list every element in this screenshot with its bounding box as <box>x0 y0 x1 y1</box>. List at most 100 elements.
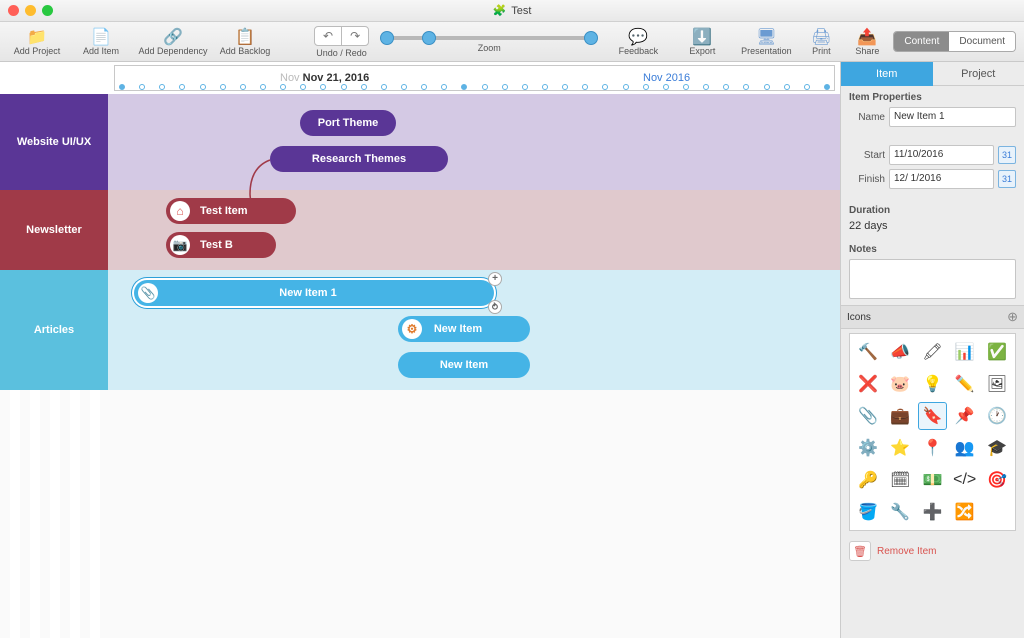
item-test-item[interactable]: ⌂ Test Item <box>166 198 296 224</box>
zoom-current-knob[interactable] <box>422 31 436 45</box>
undo-redo-label: Undo / Redo <box>316 48 367 58</box>
finish-calendar-icon[interactable]: 31 <box>998 170 1016 188</box>
add-icon-button[interactable]: ⊕ <box>1007 309 1018 325</box>
maximize-window-button[interactable] <box>42 5 53 16</box>
icon-choice[interactable]: 🎓 <box>983 434 1011 462</box>
icon-choice[interactable]: 🖍 <box>918 338 946 366</box>
icon-choice[interactable]: 🔧 <box>886 498 914 526</box>
presentation-button[interactable]: 🖥Presentation <box>737 24 795 60</box>
icon-choice[interactable]: </> <box>951 466 979 494</box>
remove-item-row: 🗑 Remove Item <box>849 541 1016 561</box>
clip-icon: 📎 <box>138 283 158 303</box>
item-new-item-1[interactable]: 📎 New Item 1 + ⥁ <box>134 280 494 306</box>
icon-choice[interactable]: 🐷 <box>886 370 914 398</box>
icon-choice[interactable]: ➕ <box>918 498 946 526</box>
timeline-current-date: Nov Nov 21, 2016 <box>280 72 369 84</box>
share-button[interactable]: 📤Share <box>847 24 887 60</box>
add-dependency-button[interactable]: 🔗Add Dependency <box>136 24 210 60</box>
presentation-icon: 🖥 <box>756 28 776 46</box>
icon-choice[interactable]: 🖼 <box>983 370 1011 398</box>
sidebar-tabs: Item Project <box>841 62 1024 86</box>
finish-label: Finish <box>849 174 885 185</box>
add-backlog-icon: 📋 <box>235 28 255 46</box>
lane-label-website[interactable]: Website UI/UX <box>0 94 108 190</box>
lane-label-articles[interactable]: Articles <box>0 270 108 390</box>
export-button[interactable]: ⬇️Export <box>673 24 731 60</box>
share-icon: 📤 <box>857 28 877 46</box>
icon-choice[interactable]: 📣 <box>886 338 914 366</box>
add-project-button[interactable]: 📁Add Project <box>8 24 66 60</box>
icon-choice[interactable]: 💡 <box>918 370 946 398</box>
link-handle-icon[interactable]: ⥁ <box>488 300 502 314</box>
icon-choice[interactable]: 📌 <box>951 402 979 430</box>
icon-choice[interactable]: ❌ <box>854 370 882 398</box>
toolbar: 📁Add Project 📄Add Item 🔗Add Dependency 📋… <box>0 22 1024 62</box>
zoom-min-knob[interactable] <box>380 31 394 45</box>
name-label: Name <box>849 112 885 123</box>
icons-header: Icons ⊕ <box>841 305 1024 329</box>
print-button[interactable]: 🖨Print <box>801 24 841 60</box>
timeline-canvas[interactable]: Nov Nov 21, 2016 Nov 2016 Website UI/UX … <box>0 62 840 638</box>
redo-button[interactable]: ↷ <box>342 27 368 45</box>
icon-choice[interactable]: 📎 <box>854 402 882 430</box>
zoom-slider[interactable] <box>384 36 594 40</box>
remove-item-button[interactable]: Remove Item <box>877 546 936 557</box>
item-port-theme[interactable]: Port Theme <box>300 110 396 136</box>
icon-choice[interactable]: 🔑 <box>854 466 882 494</box>
lane-label-newsletter[interactable]: Newsletter <box>0 190 108 270</box>
finish-input[interactable]: 12/ 1/2016 <box>889 169 994 189</box>
lane-empty-area[interactable] <box>108 390 840 638</box>
tab-project[interactable]: Project <box>933 62 1024 86</box>
timeline-header[interactable]: Nov Nov 21, 2016 Nov 2016 <box>114 65 835 91</box>
window-title: 🧩 Test <box>493 4 532 17</box>
expand-handle-icon[interactable]: + <box>488 272 502 286</box>
icon-choice[interactable]: ⭐ <box>886 434 914 462</box>
start-calendar-icon[interactable]: 31 <box>998 146 1016 164</box>
feedback-button[interactable]: 💬Feedback <box>609 24 667 60</box>
icon-choice[interactable]: 👥 <box>951 434 979 462</box>
icon-choice[interactable]: ✅ <box>983 338 1011 366</box>
trash-icon[interactable]: 🗑 <box>849 541 871 561</box>
window-titlebar: 🧩 Test <box>0 0 1024 22</box>
add-project-icon: 📁 <box>27 28 47 46</box>
notes-input[interactable] <box>849 259 1016 299</box>
zoom-max-knob[interactable] <box>584 31 598 45</box>
icon-choice[interactable]: 🪣 <box>854 498 882 526</box>
icon-choice[interactable]: 🎯 <box>983 466 1011 494</box>
icon-choice[interactable]: 💼 <box>886 402 914 430</box>
zoom-label: Zoom <box>478 43 501 53</box>
start-input[interactable]: 11/10/2016 <box>889 145 994 165</box>
icon-choice[interactable]: 📍 <box>918 434 946 462</box>
add-item-icon: 📄 <box>91 28 111 46</box>
duration-input[interactable]: 22 days <box>849 220 1016 232</box>
item-new-item-a[interactable]: ⚙ New Item <box>398 316 530 342</box>
tab-item[interactable]: Item <box>841 62 933 86</box>
icon-choice[interactable]: 💵 <box>918 466 946 494</box>
notes-label: Notes <box>849 244 1016 255</box>
icon-choice[interactable]: 🔀 <box>951 498 979 526</box>
icon-choice[interactable]: 🔨 <box>854 338 882 366</box>
minimize-window-button[interactable] <box>25 5 36 16</box>
name-input[interactable]: New Item 1 <box>889 107 1016 127</box>
lanes-container: Website UI/UX Newsletter Articles Port T… <box>0 94 840 638</box>
add-item-button[interactable]: 📄Add Item <box>72 24 130 60</box>
content-view-button[interactable]: Content <box>894 32 949 51</box>
lane-bg-website[interactable] <box>108 94 840 190</box>
icon-choice[interactable]: 🗓 <box>886 466 914 494</box>
icon-choice[interactable]: 🕐 <box>983 402 1011 430</box>
icons-label: Icons <box>847 312 871 323</box>
icon-choice[interactable]: 📊 <box>951 338 979 366</box>
window-title-text: Test <box>511 5 531 17</box>
add-backlog-button[interactable]: 📋Add Backlog <box>216 24 274 60</box>
export-icon: ⬇️ <box>692 28 712 46</box>
icon-choice[interactable]: 🔖 <box>918 402 946 430</box>
item-new-item-b[interactable]: New Item <box>398 352 530 378</box>
close-window-button[interactable] <box>8 5 19 16</box>
icon-choice[interactable]: ⚙️ <box>854 434 882 462</box>
item-properties-section: Item Properties Name New Item 1 Start 11… <box>841 86 1024 199</box>
document-view-button[interactable]: Document <box>949 32 1015 51</box>
icon-choice[interactable]: ✏️ <box>951 370 979 398</box>
undo-button[interactable]: ↶ <box>315 27 342 45</box>
item-research-themes[interactable]: Research Themes <box>270 146 448 172</box>
item-test-b[interactable]: 📷 Test B <box>166 232 276 258</box>
